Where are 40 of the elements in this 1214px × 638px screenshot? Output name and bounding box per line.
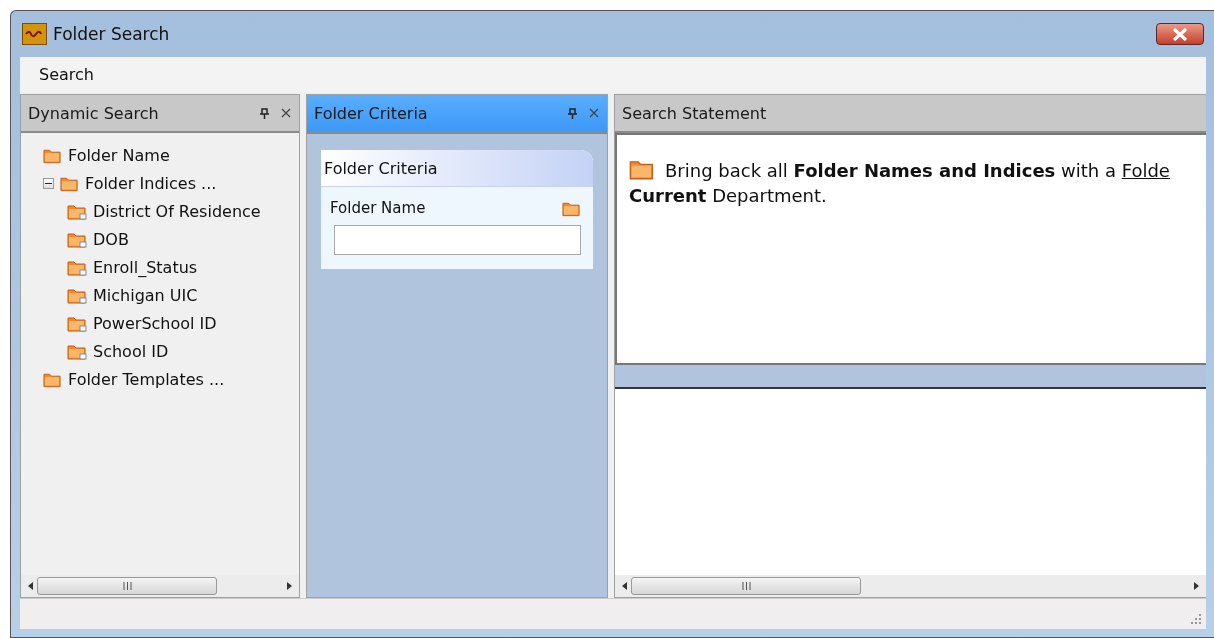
tree-item[interactable]: Folder Name xyxy=(68,145,170,165)
folder-icon xyxy=(67,314,87,332)
tree-item[interactable]: DOB xyxy=(93,229,129,249)
input-field[interactable] xyxy=(334,225,581,255)
card-title: Folder Criteria xyxy=(321,150,593,187)
menu-item[interactable]: Search xyxy=(39,65,94,84)
scroll-thumb[interactable] xyxy=(631,577,861,595)
grip-icon xyxy=(122,582,132,590)
close-icon[interactable] xyxy=(281,108,291,118)
folder-icon xyxy=(67,258,87,276)
field-link[interactable]: Folde xyxy=(1121,160,1170,181)
panel-title: Folder Criteria xyxy=(314,103,429,123)
panel-title: Dynamic Search xyxy=(28,103,160,123)
collapse-icon[interactable] xyxy=(43,177,54,189)
folder-icon xyxy=(67,202,87,220)
tree-item[interactable]: Folder Templates ... xyxy=(68,369,225,389)
panel-title: Search Statement xyxy=(622,103,768,123)
grip-icon xyxy=(741,582,751,590)
folder-icon xyxy=(67,230,87,248)
resize-grip-icon[interactable] xyxy=(1190,613,1202,625)
tree-item[interactable]: School ID xyxy=(93,341,169,361)
splitter-bar[interactable] xyxy=(615,365,1206,389)
folder-icon xyxy=(67,342,87,360)
window-title: Folder Search xyxy=(53,24,171,44)
app-logo-icon xyxy=(22,23,47,45)
scroll-thumb[interactable] xyxy=(37,577,217,595)
tree-item[interactable]: Folder Indices ... xyxy=(85,173,217,193)
tree-item[interactable]: PowerSchool ID xyxy=(93,313,217,333)
tree-item[interactable]: District Of Residence xyxy=(93,201,261,221)
field-label: Folder Name xyxy=(330,199,426,217)
close-button[interactable] xyxy=(1156,23,1204,45)
pin-icon[interactable] xyxy=(260,107,269,119)
statement-text: Current Department. xyxy=(629,185,828,206)
folder-icon xyxy=(67,286,87,304)
close-icon xyxy=(1172,27,1188,41)
tree-item[interactable]: Enroll_Status xyxy=(93,257,198,277)
tree-item[interactable]: Michigan UIC xyxy=(93,285,198,305)
statement-text: Bring back all Folder Names and Indices with a Folde xyxy=(665,160,1170,181)
close-icon[interactable] xyxy=(589,108,599,118)
pin-icon[interactable] xyxy=(568,107,577,119)
